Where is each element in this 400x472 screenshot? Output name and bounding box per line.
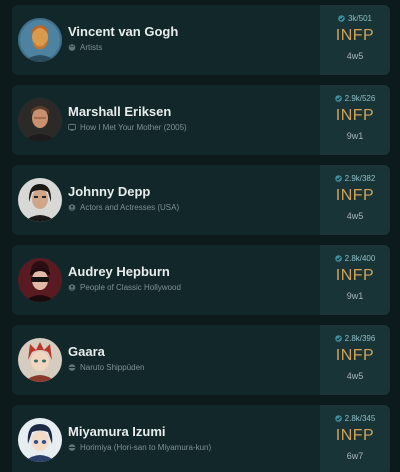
profile-name: Johnny Depp	[68, 184, 151, 199]
tv-icon	[68, 124, 76, 131]
enneagram-type: 4w5	[346, 211, 364, 221]
vote-count-label: 2.8k/400	[344, 254, 376, 263]
profile-name: Miyamura Izumi	[68, 424, 166, 439]
person-icon	[68, 204, 76, 211]
vote-count-label: 2.9k/526	[344, 94, 376, 103]
profile-card-audrey-hepburn[interactable]: Audrey Hepburn People of Classic Hollywo…	[12, 245, 390, 315]
vote-count-label: 2.8k/396	[344, 334, 376, 343]
profile-category: Horimiya (Hori-san to Miyamura-kun)	[68, 443, 211, 452]
profile-category: Naruto Shippūden	[68, 363, 145, 372]
profile-card-vincent-van-gogh[interactable]: Vincent van Gogh Artists 3k/501 INFP 4w5	[12, 5, 390, 75]
profile-card-marshall-eriksen[interactable]: Marshall Eriksen How I Met Your Mother (…	[12, 85, 390, 155]
profile-category-label: Horimiya (Hori-san to Miyamura-kun)	[80, 443, 212, 452]
vote-icon	[334, 175, 342, 182]
anime-icon	[68, 444, 76, 451]
profile-category-label: How I Met Your Mother (2005)	[80, 123, 187, 132]
profile-info[interactable]: Johnny Depp Actors and Actresses (USA)	[12, 165, 320, 235]
vote-count: 2.9k/382	[320, 174, 390, 183]
mbti-type: INFP	[335, 267, 375, 284]
profile-info[interactable]: Marshall Eriksen How I Met Your Mother (…	[12, 85, 320, 155]
profile-category-label: Naruto Shippūden	[80, 363, 145, 372]
profile-card-miyamura-izumi[interactable]: Miyamura Izumi Horimiya (Hori-san to Miy…	[12, 405, 390, 472]
profile-card-gaara[interactable]: Gaara Naruto Shippūden 2.8k/396 INFP 4w5	[12, 325, 390, 395]
person-icon	[68, 284, 76, 291]
profile-category-label: People of Classic Hollywood	[80, 283, 181, 292]
vote-icon	[338, 15, 345, 22]
personality-panel[interactable]: 3k/501 INFP 4w5	[320, 5, 390, 75]
avatar	[18, 178, 62, 222]
profile-category: How I Met Your Mother (2005)	[68, 123, 187, 132]
personality-panel[interactable]: 2.8k/396 INFP 4w5	[320, 325, 390, 395]
personality-panel[interactable]: 2.9k/382 INFP 4w5	[320, 165, 390, 235]
vote-count: 3k/501	[320, 14, 390, 23]
palette-icon	[68, 44, 76, 51]
personality-panel[interactable]: 2.8k/400 INFP 9w1	[320, 245, 390, 315]
enneagram-type: 9w1	[346, 291, 364, 301]
profile-info[interactable]: Miyamura Izumi Horimiya (Hori-san to Miy…	[12, 405, 320, 472]
profile-category-label: Artists	[80, 43, 103, 52]
vote-icon	[334, 415, 342, 422]
avatar	[18, 258, 62, 302]
enneagram-type: 9w1	[346, 131, 364, 141]
enneagram-type: 4w5	[346, 371, 364, 381]
vote-icon	[334, 95, 342, 102]
profile-category: Artists	[68, 43, 102, 52]
profile-category-label: Actors and Actresses (USA)	[80, 203, 180, 212]
vote-count-label: 2.9k/382	[344, 174, 376, 183]
avatar	[18, 418, 62, 462]
vote-icon	[334, 335, 342, 342]
mbti-type: INFP	[335, 27, 375, 44]
profile-info[interactable]: Vincent van Gogh Artists	[12, 5, 320, 75]
profile-info[interactable]: Gaara Naruto Shippūden	[12, 325, 320, 395]
enneagram-type: 4w5	[346, 51, 364, 61]
vote-count-label: 2.8k/345	[344, 414, 376, 423]
personality-panel[interactable]: 2.9k/526 INFP 9w1	[320, 85, 390, 155]
mbti-type: INFP	[335, 427, 375, 444]
profile-card-johnny-depp[interactable]: Johnny Depp Actors and Actresses (USA) 2…	[12, 165, 390, 235]
personality-panel[interactable]: 2.8k/345 INFP 6w7	[320, 405, 390, 472]
enneagram-type: 6w7	[346, 451, 364, 461]
profile-name: Vincent van Gogh	[68, 24, 179, 39]
avatar	[18, 18, 62, 62]
profile-category: Actors and Actresses (USA)	[68, 203, 179, 212]
vote-icon	[334, 255, 342, 262]
avatar	[18, 338, 62, 382]
vote-count: 2.8k/345	[320, 414, 390, 423]
anime-icon	[68, 364, 76, 371]
profile-name: Marshall Eriksen	[68, 104, 172, 119]
profile-name: Audrey Hepburn	[68, 264, 170, 279]
mbti-type: INFP	[335, 187, 375, 204]
profile-list: Vincent van Gogh Artists 3k/501 INFP 4w5	[0, 0, 400, 472]
vote-count-label: 3k/501	[347, 14, 373, 23]
vote-count: 2.9k/526	[320, 94, 390, 103]
profile-info[interactable]: Audrey Hepburn People of Classic Hollywo…	[12, 245, 320, 315]
mbti-type: INFP	[335, 347, 375, 364]
profile-category: People of Classic Hollywood	[68, 283, 181, 292]
avatar	[18, 98, 62, 142]
profile-name: Gaara	[68, 344, 105, 359]
vote-count: 2.8k/396	[320, 334, 390, 343]
vote-count: 2.8k/400	[320, 254, 390, 263]
mbti-type: INFP	[335, 107, 375, 124]
